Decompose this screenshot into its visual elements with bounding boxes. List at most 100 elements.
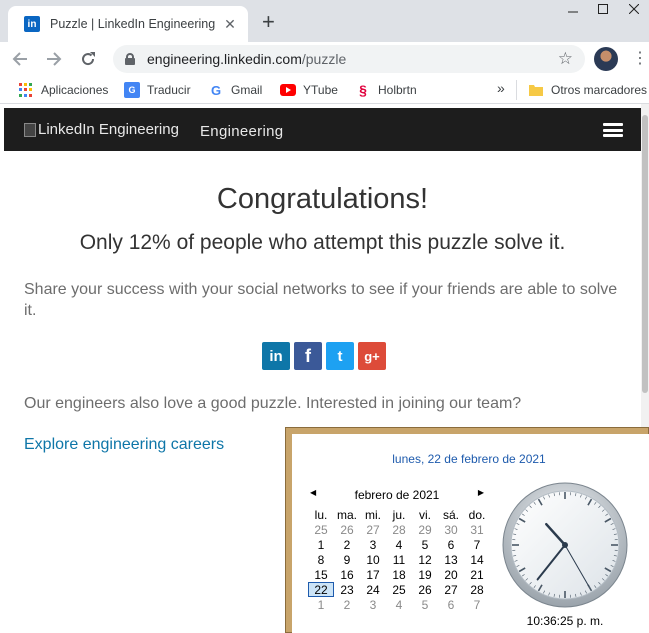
calendar-day[interactable]: 18	[386, 567, 412, 582]
bookmark-label: Aplicaciones	[41, 83, 109, 97]
calendar-day[interactable]: 26	[334, 522, 360, 537]
page-title: Congratulations!	[216, 183, 429, 215]
calendar-day[interactable]: 30	[438, 522, 464, 537]
close-tab-icon[interactable]: ✕	[222, 16, 238, 32]
bookmark-apps[interactable]: Aplicaciones	[18, 82, 108, 98]
weekday-header: sá.	[442, 507, 459, 522]
calendar-day[interactable]: 4	[386, 597, 412, 612]
calendar-day[interactable]: 11	[386, 552, 412, 567]
next-month-icon[interactable]: ▶	[478, 488, 484, 497]
site-logo[interactable]: LinkedIn Engineering	[24, 121, 179, 138]
calendar-day[interactable]: 17	[360, 567, 386, 582]
bookmarks-overflow-icon[interactable]: »	[497, 80, 505, 96]
calendar-day[interactable]: 19	[412, 567, 438, 582]
close-window-icon[interactable]	[619, 0, 649, 18]
bookmarks-divider	[516, 80, 517, 100]
maximize-icon[interactable]	[588, 0, 618, 18]
address-bar[interactable]: engineering.linkedin.com/puzzle ☆	[113, 45, 585, 73]
bookmarks-bar: Aplicaciones G Traducir G Gmail YTube § …	[0, 76, 649, 104]
linkedin-icon[interactable]: in	[262, 342, 290, 370]
back-arrow-icon[interactable]	[8, 47, 32, 71]
weekday-header: do.	[468, 507, 486, 522]
tab-strip: in Puzzle | LinkedIn Engineering ✕ +	[0, 0, 649, 42]
calendar-day[interactable]: 28	[386, 522, 412, 537]
minimize-icon[interactable]	[558, 0, 588, 18]
share-text: Share your success with your social netw…	[24, 281, 618, 319]
profile-avatar[interactable]	[594, 47, 618, 71]
reload-icon[interactable]	[76, 47, 100, 71]
site-header: LinkedIn Engineering Engineering	[4, 108, 642, 151]
calendar-day[interactable]: 4	[386, 537, 412, 552]
calendar-day[interactable]: 6	[438, 537, 464, 552]
calendar-panel: lunes, 22 de febrero de 2021 ◀ febrero d…	[292, 434, 649, 633]
logo-alt-text: LinkedIn Engineering	[38, 121, 179, 138]
google-plus-icon[interactable]: g+	[358, 342, 386, 370]
weekday-header: ju.	[392, 507, 406, 522]
bookmark-label: Holbrtn	[378, 83, 417, 97]
lock-icon[interactable]	[125, 53, 135, 65]
browser-window: in Puzzle | LinkedIn Engineering ✕ + eng…	[0, 0, 649, 633]
calendar-flyout: lunes, 22 de febrero de 2021 ◀ febrero d…	[285, 427, 649, 633]
calendar-day[interactable]: 1	[308, 537, 334, 552]
calendar-day[interactable]: 5	[412, 597, 438, 612]
digital-time: 10:36:25 p. m.	[526, 614, 604, 628]
calendar-day[interactable]: 5	[412, 537, 438, 552]
weekday-header: mi.	[365, 507, 381, 522]
careers-link[interactable]: Explore engineering careers	[24, 436, 224, 454]
calendar-day[interactable]: 12	[412, 552, 438, 567]
calendar-day[interactable]: 26	[412, 582, 438, 597]
calendar-day[interactable]: 7	[464, 537, 490, 552]
twitter-icon[interactable]: t	[326, 342, 354, 370]
calendar-day[interactable]: 31	[464, 522, 490, 537]
calendar-day[interactable]: 15	[308, 567, 334, 582]
calendar-day[interactable]: 2	[334, 537, 360, 552]
calendar-day[interactable]: 27	[360, 522, 386, 537]
calendar-day[interactable]: 16	[334, 567, 360, 582]
engineers-text: Our engineers also love a good puzzle. I…	[24, 395, 522, 412]
calendar-day[interactable]: 20	[438, 567, 464, 582]
hamburger-menu-icon[interactable]	[603, 123, 623, 137]
other-bookmarks[interactable]: Otros marcadores	[528, 82, 647, 98]
calendar-day[interactable]: 23	[334, 582, 360, 597]
bookmark-holberton[interactable]: § Holbrtn	[355, 82, 417, 98]
brand-text[interactable]: Engineering	[200, 123, 283, 140]
facebook-icon[interactable]: f	[294, 342, 322, 370]
calendar-day[interactable]: 21	[464, 567, 490, 582]
page-scrollbar-thumb[interactable]	[642, 115, 648, 393]
calendar-day[interactable]: 14	[464, 552, 490, 567]
browser-toolbar: engineering.linkedin.com/puzzle ☆ ⋮	[0, 42, 649, 76]
social-share-buttons: in f t g+	[262, 342, 386, 370]
calendar-day[interactable]: 6	[438, 597, 464, 612]
bookmark-star-icon[interactable]: ☆	[558, 49, 573, 69]
calendar-day[interactable]: 3	[360, 597, 386, 612]
calendar-day[interactable]: 10	[360, 552, 386, 567]
bookmark-gmail[interactable]: G Gmail	[208, 82, 262, 98]
calendar-day[interactable]: 7	[464, 597, 490, 612]
bookmark-label: Traducir	[147, 83, 191, 97]
long-date-link[interactable]: lunes, 22 de febrero de 2021	[292, 452, 646, 466]
calendar-month-label[interactable]: febrero de 2021	[310, 488, 484, 502]
active-tab[interactable]: in Puzzle | LinkedIn Engineering ✕	[8, 6, 248, 42]
calendar-day[interactable]: 29	[412, 522, 438, 537]
calendar-day[interactable]: 27	[438, 582, 464, 597]
bookmark-translate[interactable]: G Traducir	[124, 82, 191, 98]
calendar-day[interactable]: 8	[308, 552, 334, 567]
calendar-day[interactable]: 25	[386, 582, 412, 597]
calendar-day[interactable]: 28	[464, 582, 490, 597]
calendar-day[interactable]: 13	[438, 552, 464, 567]
holberton-icon: §	[359, 82, 367, 98]
folder-icon	[528, 82, 544, 98]
calendar-day[interactable]: 24	[360, 582, 386, 597]
calendar-day[interactable]: 9	[334, 552, 360, 567]
forward-arrow-icon[interactable]	[42, 47, 66, 71]
new-tab-icon[interactable]: +	[262, 11, 275, 33]
menu-kebab-icon[interactable]: ⋮	[632, 49, 648, 69]
google-icon: G	[210, 82, 222, 98]
calendar-day[interactable]: 2	[334, 597, 360, 612]
calendar-day[interactable]: 1	[308, 597, 334, 612]
weekday-header: vi.	[419, 507, 431, 522]
calendar-day[interactable]: 22	[308, 582, 334, 597]
calendar-day[interactable]: 25	[308, 522, 334, 537]
bookmark-youtube[interactable]: YTube	[280, 82, 338, 98]
calendar-day[interactable]: 3	[360, 537, 386, 552]
